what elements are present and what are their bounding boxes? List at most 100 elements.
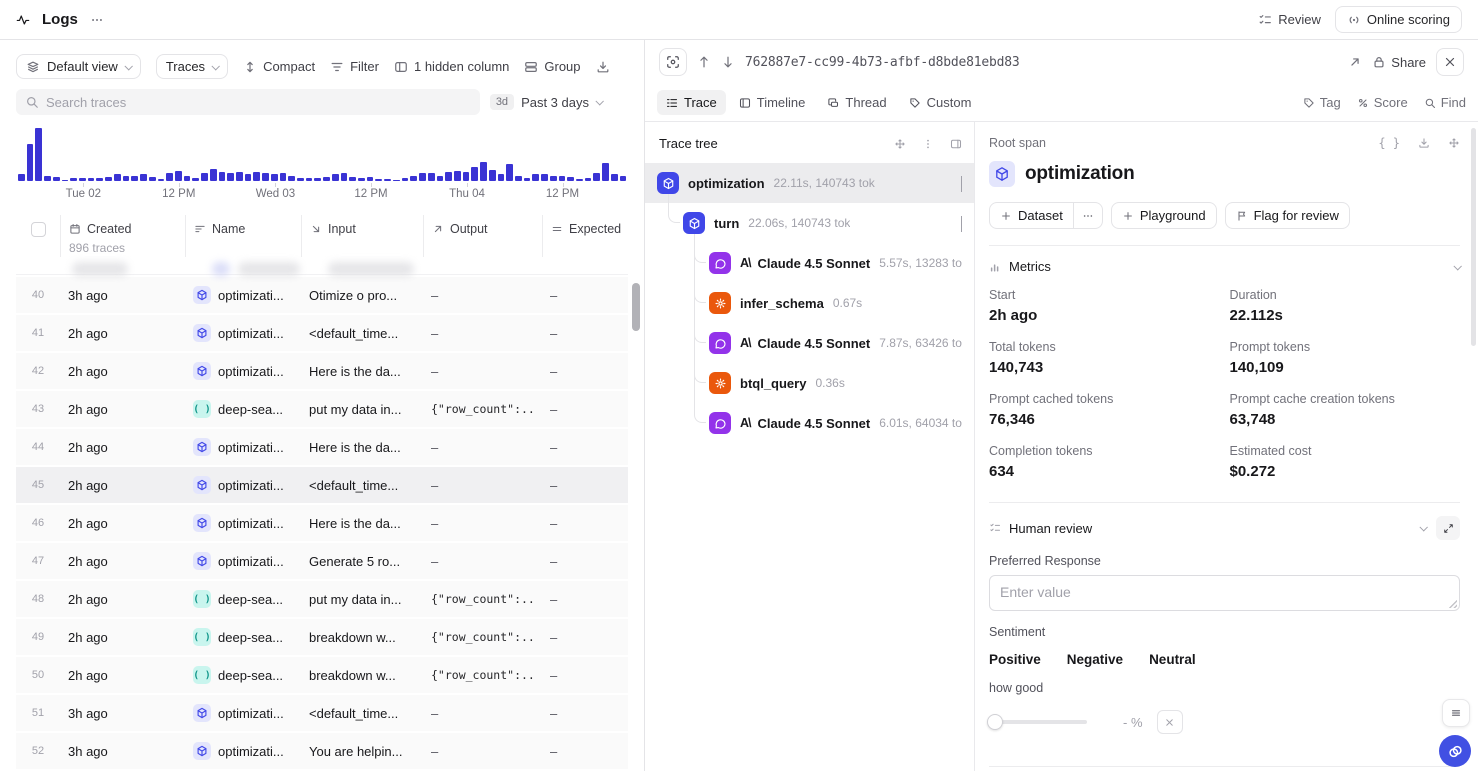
histogram-bar[interactable] — [567, 177, 574, 181]
clear-score-button[interactable] — [1157, 710, 1183, 734]
sentiment-option-positive[interactable]: Positive — [989, 652, 1041, 667]
review-button[interactable]: Review — [1258, 12, 1321, 27]
find-button[interactable]: Find — [1424, 95, 1466, 110]
histogram-bar[interactable] — [375, 179, 382, 181]
histogram-bar[interactable] — [288, 176, 295, 181]
histogram-bar[interactable] — [524, 178, 531, 181]
histogram-bar[interactable] — [576, 179, 583, 181]
table-row[interactable]: 403h agooptimizati...Otimize o pro...–– — [16, 277, 628, 313]
table-row[interactable]: 422h agooptimizati...Here is the da...–– — [16, 353, 628, 389]
histogram-bar[interactable] — [463, 172, 470, 181]
expand-review-button[interactable] — [1436, 516, 1460, 540]
histogram-bar[interactable] — [88, 178, 95, 181]
histogram-bar[interactable] — [498, 174, 505, 181]
table-row[interactable]: 492h ago( )deep-sea...breakdown w...{"ro… — [16, 619, 628, 655]
table-row[interactable]: 442h agooptimizati...Here is the da...–– — [16, 429, 628, 465]
tab-timeline[interactable]: Timeline — [730, 90, 815, 115]
tree-span-turn[interactable]: turn22.06s, 140743 tok — [645, 203, 974, 243]
histogram-bar[interactable] — [332, 174, 339, 181]
histogram-bar[interactable] — [620, 176, 627, 181]
histogram-bar[interactable] — [175, 171, 182, 181]
histogram-bar[interactable] — [297, 178, 304, 181]
detail-scrollbar-thumb[interactable] — [1471, 128, 1476, 346]
filter-button[interactable]: Filter — [330, 59, 379, 74]
histogram-bar[interactable] — [602, 163, 609, 181]
table-scrollbar-thumb[interactable] — [632, 283, 640, 331]
histogram-bar[interactable] — [149, 177, 156, 181]
expand-external-icon[interactable] — [1348, 55, 1362, 69]
histogram-bar[interactable] — [158, 179, 165, 181]
histogram-bar[interactable] — [227, 173, 234, 181]
move-icon[interactable] — [1448, 137, 1460, 149]
tree-span-claude-4-5-sonnet[interactable]: A\Claude 4.5 Sonnet7.87s, 63426 tok — [645, 323, 974, 363]
add-to-playground-button[interactable]: Playground — [1111, 202, 1217, 229]
close-panel-button[interactable] — [1436, 48, 1464, 76]
histogram-bar[interactable] — [585, 178, 592, 181]
histogram-bar[interactable] — [559, 176, 566, 181]
histogram-bar[interactable] — [53, 177, 60, 181]
histogram-bar[interactable] — [323, 177, 330, 181]
histogram-bar[interactable] — [506, 164, 513, 181]
histogram-bar[interactable] — [489, 170, 496, 181]
more-menu-icon[interactable] — [90, 13, 104, 27]
histogram-bar[interactable] — [314, 178, 321, 181]
preferred-response-input[interactable] — [990, 576, 1459, 610]
mode-selector[interactable]: Traces — [156, 54, 228, 79]
focus-span-button[interactable] — [659, 48, 687, 76]
tree-span-claude-4-5-sonnet[interactable]: A\Claude 4.5 Sonnet6.01s, 64034 tok — [645, 403, 974, 443]
how-good-slider[interactable] — [989, 720, 1087, 724]
table-row[interactable]: 513h agooptimizati...<default_time...–– — [16, 695, 628, 731]
select-all-checkbox[interactable] — [31, 222, 46, 237]
move-icon[interactable] — [894, 138, 906, 150]
chevron-down-icon[interactable] — [1453, 262, 1461, 270]
column-header-input[interactable]: Input — [301, 215, 423, 257]
histogram-bar[interactable] — [140, 174, 147, 181]
histogram-bar[interactable] — [192, 178, 199, 181]
histogram-bar[interactable] — [532, 174, 539, 181]
histogram-bar[interactable] — [367, 177, 374, 181]
panel-toggle-icon[interactable] — [950, 138, 962, 150]
flag-for-review-button[interactable]: Flag for review — [1225, 202, 1350, 229]
tag-button[interactable]: Tag — [1303, 95, 1341, 110]
json-braces-icon[interactable]: { } — [1378, 136, 1400, 150]
table-row[interactable]: 523h agooptimizati...You are helpin...–– — [16, 733, 628, 769]
histogram-bar[interactable] — [62, 180, 69, 181]
histogram-bar[interactable] — [471, 167, 478, 181]
histogram-bar[interactable] — [541, 174, 548, 181]
prev-trace-arrow-icon[interactable] — [697, 55, 711, 69]
histogram-bar[interactable] — [35, 128, 42, 181]
histogram-bar[interactable] — [402, 178, 409, 181]
histogram-bar[interactable] — [210, 169, 217, 181]
histogram-bar[interactable] — [410, 176, 417, 181]
histogram-bar[interactable] — [184, 176, 191, 181]
histogram-bar[interactable] — [114, 174, 121, 181]
histogram-bar[interactable] — [253, 172, 260, 181]
column-header-name[interactable]: Name — [185, 215, 301, 257]
histogram-bar[interactable] — [105, 177, 112, 181]
table-row[interactable]: 412h agooptimizati...<default_time...–– — [16, 315, 628, 351]
dataset-more-button[interactable] — [1074, 202, 1103, 229]
histogram-bar[interactable] — [166, 173, 173, 181]
table-row[interactable]: 462h agooptimizati...Here is the da...–– — [16, 505, 628, 541]
histogram-bar[interactable] — [393, 180, 400, 181]
compact-toggle[interactable]: Compact — [243, 59, 315, 74]
tree-span-btql-query[interactable]: btql_query0.36s — [645, 363, 974, 403]
table-row[interactable]: 432h ago( )deep-sea...put my data in...{… — [16, 391, 628, 427]
histogram-bar[interactable] — [96, 178, 103, 181]
online-scoring-button[interactable]: Online scoring — [1335, 6, 1462, 33]
histogram-bar[interactable] — [201, 173, 208, 181]
histogram-bar[interactable] — [593, 173, 600, 181]
search-input[interactable] — [46, 95, 471, 110]
tab-thread[interactable]: Thread — [818, 90, 895, 115]
histogram-bar[interactable] — [454, 171, 461, 181]
histogram-bar[interactable] — [245, 174, 252, 181]
time-range-selector[interactable]: 3d Past 3 days — [490, 94, 628, 110]
histogram-bar[interactable] — [219, 172, 226, 181]
histogram-bar[interactable] — [437, 176, 444, 181]
tree-span-optimization[interactable]: optimization22.11s, 140743 tok — [645, 163, 974, 203]
histogram-bar[interactable] — [18, 174, 25, 181]
table-row[interactable]: 472h agooptimizati...Generate 5 ro...–– — [16, 543, 628, 579]
sentiment-option-negative[interactable]: Negative — [1067, 652, 1123, 667]
column-header-output[interactable]: Output — [423, 215, 542, 257]
histogram-bar[interactable] — [44, 176, 51, 181]
